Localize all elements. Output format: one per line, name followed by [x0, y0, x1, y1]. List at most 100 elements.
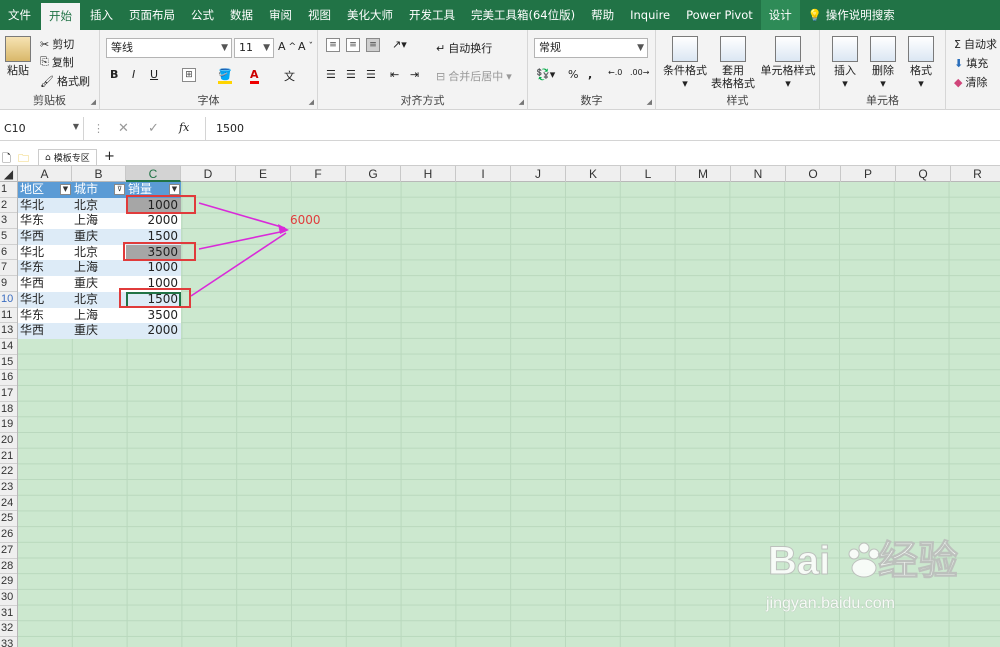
fill-button[interactable]: ⬇ 填充	[954, 55, 988, 71]
fill-color-button[interactable]: 🪣	[218, 68, 232, 84]
tab-home[interactable]: 开始	[41, 3, 80, 30]
tab-toolbox[interactable]: 完美工具箱(64位版)	[463, 0, 583, 30]
alignment-label: 对齐方式	[400, 94, 445, 107]
cancel-icon[interactable]: ✕	[118, 121, 129, 136]
merge-center-button[interactable]: ⊟ 合并后居中 ▾	[436, 68, 512, 84]
increase-decimal-button[interactable]: ←.0	[608, 68, 622, 77]
worksheet[interactable]: ◢ A B C D E F G H I J K L M N O P Q R 12…	[0, 166, 1000, 647]
phonetic-button[interactable]: 文	[284, 68, 295, 84]
paste-button[interactable]: 粘贴	[4, 36, 32, 77]
clipboard-icon	[5, 36, 31, 62]
comma-button[interactable]: ,	[588, 68, 592, 81]
font-size-select[interactable]: 11 ▼	[234, 38, 274, 58]
tab-review[interactable]: 审阅	[261, 0, 300, 30]
align-right-button[interactable]: ☰	[366, 68, 376, 81]
tab-help[interactable]: 帮助	[583, 0, 622, 30]
decrease-indent-button[interactable]: ⇤	[390, 68, 399, 81]
chevron-down-icon: ▼	[72, 122, 79, 131]
cell-style-icon	[775, 36, 801, 62]
cell-styles-button[interactable]: 单元格样式 ▾	[760, 36, 816, 90]
tab-page-layout[interactable]: 页面布局	[121, 0, 183, 30]
styles-label: 样式	[726, 94, 749, 107]
insert-cells-button[interactable]: 插入 ▾	[826, 36, 864, 90]
grow-font-button[interactable]: A ^	[278, 40, 296, 53]
arrow-line	[198, 202, 286, 229]
tab-template-zone[interactable]: ⌂ 模板专区	[38, 149, 97, 166]
eraser-icon: ◆	[954, 75, 963, 89]
number-group: 常规 ▼ 💱▾ % , ←.0 .00→ 数字 ◢	[528, 30, 656, 110]
enter-icon[interactable]: ✓	[148, 121, 159, 136]
align-left-button[interactable]: ☰	[326, 68, 336, 81]
increase-indent-button[interactable]: ⇥	[410, 68, 419, 81]
arrow-line	[198, 230, 286, 250]
tab-developer[interactable]: 开发工具	[401, 0, 463, 30]
paint-bucket-icon: 🪣	[218, 68, 232, 84]
align-center-button[interactable]: ☰	[346, 68, 356, 81]
number-label: 数字	[580, 94, 603, 107]
tab-design[interactable]: 设计	[760, 0, 800, 30]
scissors-icon: ✂	[40, 37, 50, 51]
accounting-format-button[interactable]: 💱▾	[536, 68, 555, 81]
name-box[interactable]: C10 ▼	[0, 117, 84, 141]
insert-function-button[interactable]: fx	[179, 121, 189, 134]
decrease-decimal-icon: .00→	[630, 68, 650, 77]
clipboard-group: 粘贴 ✂ 剪切 ⎘ 复制 🖌 格式刷 剪贴板 ◢	[0, 30, 100, 110]
chevron-down-icon: ▼	[263, 43, 270, 53]
font-label: 字体	[197, 94, 220, 107]
copy-icon: ⎘	[40, 55, 49, 68]
brush-icon: 🖌	[40, 74, 54, 88]
document-tab-bar: 🗋 🗀 ⌂ 模板专区 +	[0, 148, 1000, 166]
border-button[interactable]: ⊞	[182, 68, 196, 82]
add-tab-button[interactable]: +	[104, 149, 115, 164]
wrap-icon: ↵	[436, 41, 446, 55]
align-bottom-button[interactable]: ≡	[366, 38, 380, 52]
autosum-button[interactable]: Σ 自动求	[954, 36, 997, 52]
cells-label: 单元格	[866, 94, 899, 107]
decrease-decimal-button[interactable]: .00→	[630, 68, 649, 77]
orientation-button[interactable]: ↗▾	[392, 38, 407, 51]
table-icon	[720, 36, 746, 62]
align-middle-button[interactable]: ≡	[346, 38, 360, 52]
tab-beautify[interactable]: 美化大师	[339, 0, 401, 30]
tab-file[interactable]: 文件	[0, 0, 39, 30]
delete-cells-button[interactable]: 删除 ▾	[864, 36, 902, 90]
wrap-text-button[interactable]: ↵ 自动换行	[436, 40, 492, 56]
underline-button[interactable]: U	[150, 68, 158, 81]
tell-me-search[interactable]: 💡 操作说明搜索	[800, 0, 903, 30]
delete-cells-icon	[870, 36, 896, 62]
shrink-font-button[interactable]: Aˇ	[298, 40, 313, 53]
bold-button[interactable]: B	[110, 68, 118, 81]
tab-insert[interactable]: 插入	[82, 0, 121, 30]
tab-formulas[interactable]: 公式	[183, 0, 222, 30]
copy-button[interactable]: ⎘ 复制	[40, 54, 74, 70]
dialog-launcher-icon[interactable]: ◢	[647, 98, 652, 106]
formula-bar: C10 ▼ ⋮ ✕ ✓ fx 1500	[0, 117, 1000, 141]
format-painter-button[interactable]: 🖌 格式刷	[40, 73, 90, 89]
number-format-select[interactable]: 常规 ▼	[534, 38, 648, 58]
conditional-format-button[interactable]: 条件格式 ▾	[660, 36, 710, 90]
lightbulb-icon: 💡	[807, 8, 826, 22]
border-icon: ⊞	[182, 68, 196, 82]
cells-group: 插入 ▾ 删除 ▾ 格式 ▾ 单元格	[820, 30, 946, 110]
format-cells-button[interactable]: 格式 ▾	[902, 36, 940, 90]
tab-view[interactable]: 视图	[300, 0, 339, 30]
highlight-box	[119, 288, 191, 308]
format-as-table-button[interactable]: 套用 表格格式	[708, 36, 758, 90]
font-color-button[interactable]: A	[250, 68, 259, 84]
clipboard-label: 剪贴板	[33, 94, 66, 107]
percent-button[interactable]: %	[568, 68, 578, 81]
dialog-launcher-icon[interactable]: ◢	[519, 98, 524, 106]
cut-button[interactable]: ✂ 剪切	[40, 36, 74, 52]
italic-button[interactable]: I	[132, 68, 135, 81]
chevron-down-icon: ▼	[637, 43, 644, 53]
tab-data[interactable]: 数据	[222, 0, 261, 30]
dialog-launcher-icon[interactable]: ◢	[91, 98, 96, 106]
align-top-button[interactable]: ≡	[326, 38, 340, 52]
clear-button[interactable]: ◆ 清除	[954, 74, 987, 90]
formula-input[interactable]: 1500	[205, 117, 1000, 141]
more-options-icon: ⋮	[93, 122, 104, 135]
tab-inquire[interactable]: Inquire	[622, 0, 678, 30]
font-name-select[interactable]: 等线 ▼	[106, 38, 232, 58]
tab-power-pivot[interactable]: Power Pivot	[678, 0, 761, 30]
dialog-launcher-icon[interactable]: ◢	[309, 98, 314, 106]
